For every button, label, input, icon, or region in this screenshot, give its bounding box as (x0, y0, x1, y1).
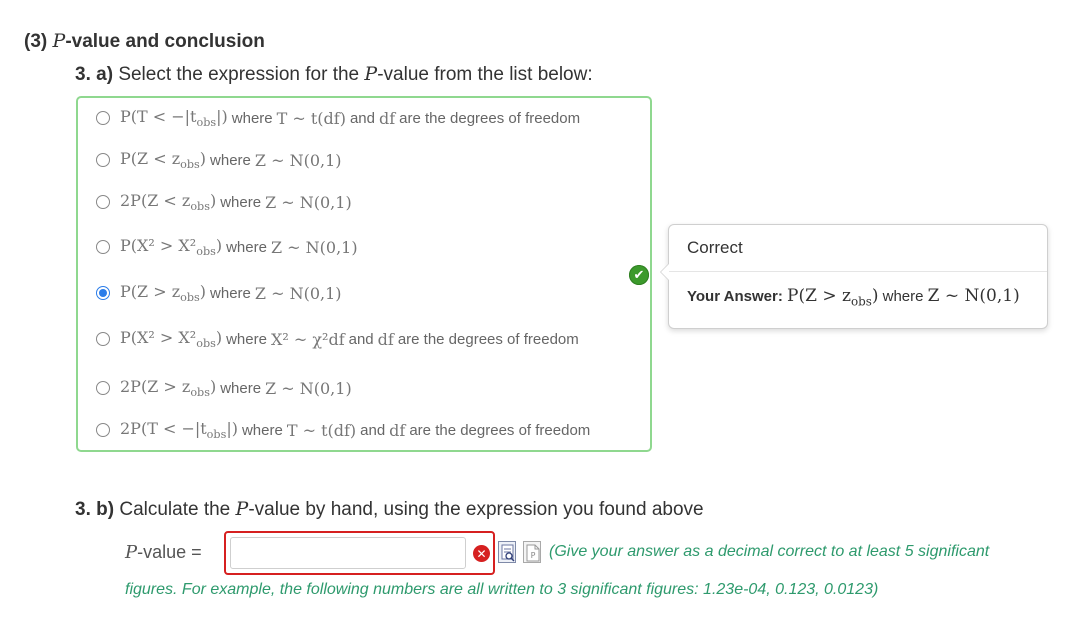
choice-1-dist: T ~ t(df) (276, 108, 346, 128)
question-3b-text-after: -value by hand, using the expression you… (248, 499, 704, 520)
choice-6[interactable]: P(X² > X²obs) where X² ~ χ²df and df are… (96, 328, 583, 350)
choice-1-where: where (231, 109, 273, 127)
pvalue-input[interactable] (230, 537, 466, 569)
question-3a-text-before: Select the expression for the (118, 64, 360, 85)
pvalue-input-wrapper: ✕ (224, 531, 495, 575)
feedback-answer-where: where (882, 288, 924, 305)
choice-8-dist: T ~ t(df) (286, 420, 357, 440)
choice-8-df: df (389, 420, 406, 440)
choice-1-df: df (378, 108, 396, 128)
choice-1[interactable]: P(T < −|tobs|) where T ~ t(df) and df ar… (96, 107, 584, 129)
radio-4[interactable] (96, 240, 110, 255)
choice-8-expr: 2P(T < −|tobs|) (120, 419, 238, 442)
choice-6-and: and (348, 330, 374, 348)
choice-3-expr: 2P(Z < zobs) (120, 191, 217, 214)
choice-7[interactable]: 2P(Z > zobs) where Z ~ N(0,1) (96, 377, 352, 399)
choice-2-where: where (210, 151, 251, 169)
feedback-popover: Correct Your Answer: P(Z > zobs) where Z… (660, 224, 1048, 329)
question-3b-number: 3. b) (75, 499, 115, 520)
choice-8[interactable]: 2P(T < −|tobs|) where T ~ t(df) and df a… (96, 419, 594, 441)
radio-8[interactable] (96, 423, 110, 438)
choice-5-dist: Z ~ N(0,1) (254, 283, 342, 303)
question-3b-prompt: 3. b) Calculate the P-value by hand, usi… (75, 498, 704, 521)
section-title: (3) P-value and conclusion (24, 30, 265, 53)
choice-3[interactable]: 2P(Z < zobs) where Z ~ N(0,1) (96, 191, 352, 213)
radio-7[interactable] (96, 381, 110, 396)
radio-6[interactable] (96, 332, 110, 347)
choice-2-expr: P(Z < zobs) (120, 149, 207, 172)
choice-3-dist: Z ~ N(0,1) (265, 192, 352, 212)
choice-6-where: where (226, 330, 267, 348)
choice-4-where: where (226, 238, 267, 256)
choice-6-tail: are the degrees of freedom (397, 330, 579, 348)
section-number: (3) (24, 31, 48, 52)
page: (3) P-value and conclusion 3. a) Select … (0, 0, 1070, 620)
feedback-answer-dist: Z ~ N(0,1) (927, 286, 1020, 306)
x-icon: ✕ (473, 545, 490, 562)
choice-6-dist: X² ~ χ²df (270, 329, 345, 349)
question-3a-prompt: 3. a) Select the expression for the P-va… (75, 63, 593, 86)
choice-1-and: and (349, 109, 375, 127)
help-icon[interactable]: P (523, 541, 541, 563)
section-p-symbol: P (52, 30, 66, 52)
radio-5-selected[interactable] (96, 286, 110, 301)
choice-6-expr: P(X² > X²obs) (120, 328, 223, 351)
choice-6-df: df (377, 329, 394, 349)
feedback-answer-label: Your Answer: (687, 288, 783, 305)
choice-3-where: where (220, 193, 262, 211)
choice-8-where: where (241, 421, 283, 439)
feedback-header: Correct (669, 225, 1047, 272)
radio-3[interactable] (96, 195, 110, 210)
choice-7-expr: 2P(Z > zobs) (120, 377, 217, 400)
choice-4-expr: P(X² > X²obs) (120, 236, 223, 259)
feedback-answer-expr: P(Z > zobs) (787, 286, 879, 309)
question-3b-p-symbol: P (235, 498, 249, 520)
hint-line-2: figures. For example, the following numb… (125, 581, 879, 598)
choice-5-where: where (210, 284, 251, 302)
choice-1-expr: P(T < −|tobs|) (120, 107, 228, 130)
choice-4[interactable]: P(X² > X²obs) where Z ~ N(0,1) (96, 236, 358, 258)
choice-8-and: and (360, 421, 386, 439)
choice-8-tail: are the degrees of freedom (409, 421, 591, 439)
hint-line-1: (Give your answer as a decimal correct t… (549, 543, 990, 560)
question-3a-number: 3. a) (75, 64, 114, 85)
pvalue-label: P-value = (125, 542, 202, 563)
section-title-text: -value and conclusion (65, 31, 265, 52)
feedback-body: Your Answer: P(Z > zobs) where Z ~ N(0,1… (669, 272, 1047, 322)
choices-box: P(T < −|tobs|) where T ~ t(df) and df ar… (76, 96, 652, 452)
radio-2[interactable] (96, 153, 110, 168)
preview-icon[interactable] (498, 541, 516, 563)
svg-text:P: P (531, 551, 536, 560)
choice-7-dist: Z ~ N(0,1) (265, 378, 352, 398)
check-icon[interactable]: ✔ (629, 265, 649, 285)
choice-5[interactable]: P(Z > zobs) where Z ~ N(0,1) (96, 282, 342, 304)
choice-4-dist: Z ~ N(0,1) (270, 237, 358, 257)
question-3a-text-after: -value from the list below: (377, 64, 593, 85)
question-3b-text-before: Calculate the (119, 499, 231, 520)
choice-1-tail: are the degrees of freedom (399, 109, 581, 127)
choice-2-dist: Z ~ N(0,1) (254, 150, 342, 170)
question-3a-p-symbol: P (364, 63, 378, 85)
choice-5-expr: P(Z > zobs) (120, 282, 207, 305)
choice-7-where: where (220, 379, 262, 397)
popover-arrow (660, 263, 669, 281)
radio-1[interactable] (96, 111, 110, 126)
choice-2[interactable]: P(Z < zobs) where Z ~ N(0,1) (96, 149, 342, 171)
